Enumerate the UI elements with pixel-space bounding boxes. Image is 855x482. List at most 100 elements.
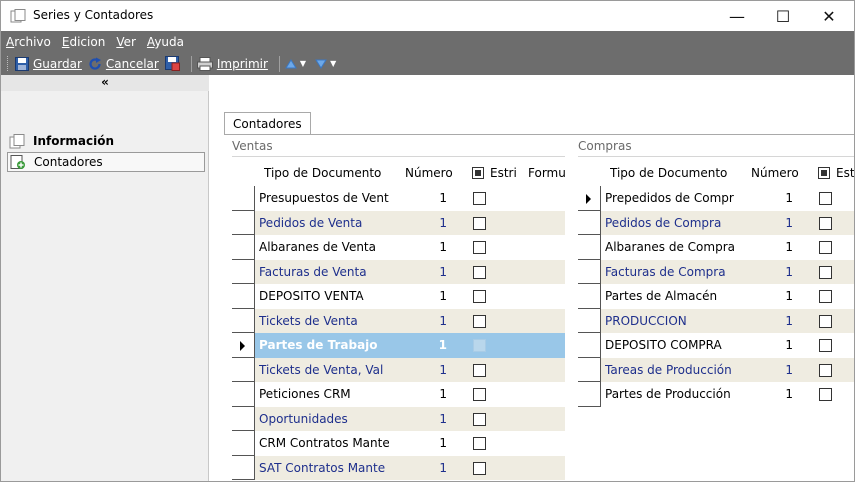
table-row[interactable]: Partes de Trabajo 1 bbox=[232, 333, 565, 358]
table-row[interactable]: Partes de Producción 1 bbox=[578, 382, 854, 407]
cell-estricto-checkbox[interactable] bbox=[819, 265, 832, 279]
cell-estricto-checkbox[interactable] bbox=[473, 192, 486, 205]
cell-estricto-checkbox[interactable] bbox=[473, 437, 486, 450]
row-header[interactable] bbox=[232, 431, 254, 456]
table-row[interactable]: PRODUCCION 1 bbox=[578, 308, 854, 333]
chevron-down-icon[interactable]: ▼ bbox=[300, 59, 306, 68]
toolbar-grip[interactable] bbox=[7, 56, 9, 71]
cell-estricto-checkbox[interactable] bbox=[819, 314, 832, 328]
cell-tipo-documento[interactable]: Prepedidos de Compr bbox=[605, 191, 735, 205]
sidebar-item-contadores[interactable]: Contadores bbox=[7, 152, 205, 172]
menu-ayuda[interactable]: Ayuda bbox=[146, 34, 185, 50]
column-header-estricto[interactable]: Estr bbox=[818, 166, 854, 180]
cell-numero[interactable]: 1 bbox=[751, 265, 793, 279]
row-header[interactable] bbox=[232, 455, 254, 480]
table-row[interactable]: Pedidos de Compra 1 bbox=[578, 210, 854, 235]
cell-tipo-documento[interactable]: PRODUCCION bbox=[605, 314, 735, 328]
cell-tipo-documento[interactable]: Albaranes de Compra bbox=[605, 240, 735, 254]
tab-contadores[interactable]: Contadores bbox=[224, 112, 311, 135]
table-row[interactable]: DEPOSITO VENTA 1 bbox=[232, 284, 565, 309]
cell-estricto-checkbox[interactable] bbox=[473, 290, 486, 303]
print-button[interactable]: Imprimir bbox=[196, 56, 268, 71]
cell-tipo-documento[interactable]: Partes de Almacén bbox=[605, 289, 735, 303]
save-button[interactable]: Guardar bbox=[15, 56, 82, 71]
row-header[interactable] bbox=[578, 235, 600, 260]
cell-estricto-checkbox[interactable] bbox=[473, 241, 486, 254]
cell-numero[interactable]: 1 bbox=[405, 191, 447, 205]
row-header[interactable] bbox=[578, 259, 600, 284]
cell-numero[interactable]: 1 bbox=[405, 387, 447, 401]
cell-numero[interactable]: 1 bbox=[405, 216, 447, 230]
save-close-button[interactable] bbox=[164, 56, 180, 71]
table-row[interactable]: Albaranes de Compra 1 bbox=[578, 235, 854, 260]
row-header[interactable] bbox=[578, 284, 600, 309]
cell-numero[interactable]: 1 bbox=[405, 338, 447, 352]
cell-tipo-documento[interactable]: Peticiones CRM bbox=[259, 387, 389, 401]
sidebar-item-informacion[interactable]: Información bbox=[7, 131, 205, 151]
row-header[interactable] bbox=[232, 210, 254, 235]
menu-ver[interactable]: Ver bbox=[115, 34, 137, 50]
table-row[interactable]: DEPOSITO COMPRA 1 bbox=[578, 333, 854, 358]
cell-numero[interactable]: 1 bbox=[751, 289, 793, 303]
select-all-checkbox[interactable] bbox=[472, 167, 484, 179]
cell-estricto-checkbox[interactable] bbox=[819, 216, 832, 230]
table-row[interactable]: Tickets de Venta, Val 1 bbox=[232, 357, 565, 382]
table-row[interactable]: Facturas de Compra 1 bbox=[578, 259, 854, 284]
row-header[interactable] bbox=[232, 284, 254, 309]
cell-tipo-documento[interactable]: Tareas de Producción bbox=[605, 363, 735, 377]
cell-numero[interactable]: 1 bbox=[751, 314, 793, 328]
maximize-button[interactable]: ☐ bbox=[760, 1, 806, 31]
table-row[interactable]: CRM Contratos Mante 1 bbox=[232, 431, 565, 456]
menu-archivo[interactable]: Archivo bbox=[5, 34, 52, 50]
cell-tipo-documento[interactable]: Partes de Trabajo bbox=[259, 338, 389, 352]
cell-numero[interactable]: 1 bbox=[405, 412, 447, 426]
cell-numero[interactable]: 1 bbox=[751, 363, 793, 377]
row-header[interactable] bbox=[232, 333, 254, 358]
cell-tipo-documento[interactable]: Pedidos de Venta bbox=[259, 216, 389, 230]
cell-numero[interactable]: 1 bbox=[751, 240, 793, 254]
row-header[interactable] bbox=[578, 186, 600, 211]
column-header-tipo-documento[interactable]: Tipo de Documento bbox=[610, 166, 740, 180]
cell-estricto-checkbox[interactable] bbox=[473, 363, 486, 377]
cell-tipo-documento[interactable]: SAT Contratos Mante bbox=[259, 461, 389, 475]
table-row[interactable]: Partes de Almacén 1 bbox=[578, 284, 854, 309]
cell-numero[interactable]: 1 bbox=[405, 363, 447, 377]
cell-numero[interactable]: 1 bbox=[751, 387, 793, 401]
column-header-formula[interactable]: Formula bbox=[528, 166, 565, 180]
close-button[interactable]: ✕ bbox=[806, 1, 852, 31]
row-header[interactable] bbox=[232, 259, 254, 284]
cell-tipo-documento[interactable]: Partes de Producción bbox=[605, 387, 735, 401]
cell-estricto-checkbox[interactable] bbox=[473, 314, 486, 328]
row-header[interactable] bbox=[578, 333, 600, 358]
table-row[interactable]: Tareas de Producción 1 bbox=[578, 357, 854, 382]
cell-numero[interactable]: 1 bbox=[405, 436, 447, 450]
row-header[interactable] bbox=[578, 210, 600, 235]
table-row[interactable]: Facturas de Venta 1 bbox=[232, 259, 565, 284]
cell-tipo-documento[interactable]: Facturas de Compra bbox=[605, 265, 735, 279]
cell-tipo-documento[interactable]: Albaranes de Venta bbox=[259, 240, 389, 254]
row-header[interactable] bbox=[578, 382, 600, 407]
cell-numero[interactable]: 1 bbox=[405, 314, 447, 328]
table-row[interactable]: Tickets de Venta 1 bbox=[232, 308, 565, 333]
cell-numero[interactable]: 1 bbox=[405, 240, 447, 254]
cell-numero[interactable]: 1 bbox=[405, 289, 447, 303]
cell-estricto-checkbox[interactable] bbox=[473, 412, 486, 426]
cell-numero[interactable]: 1 bbox=[405, 461, 447, 475]
navigate-up-button[interactable]: ▼ bbox=[285, 58, 309, 69]
collapse-panel-button[interactable]: « bbox=[1, 75, 209, 91]
row-header[interactable] bbox=[232, 186, 254, 211]
row-header[interactable] bbox=[578, 308, 600, 333]
table-row[interactable]: Pedidos de Venta 1 bbox=[232, 210, 565, 235]
table-row[interactable]: SAT Contratos Mante 1 bbox=[232, 455, 565, 480]
row-header[interactable] bbox=[232, 382, 254, 407]
table-row[interactable]: Presupuestos de Vent 1 bbox=[232, 186, 565, 211]
cell-estricto-checkbox[interactable] bbox=[819, 192, 832, 205]
cell-estricto-checkbox[interactable] bbox=[819, 388, 832, 401]
cell-numero[interactable]: 1 bbox=[405, 265, 447, 279]
column-header-numero[interactable]: Número bbox=[751, 166, 801, 180]
table-row[interactable]: Albaranes de Venta 1 bbox=[232, 235, 565, 260]
cell-estricto-checkbox[interactable] bbox=[819, 241, 832, 254]
cell-estricto-checkbox[interactable] bbox=[473, 461, 486, 475]
cell-tipo-documento[interactable]: Pedidos de Compra bbox=[605, 216, 735, 230]
chevron-down-icon[interactable]: ▼ bbox=[330, 59, 336, 68]
